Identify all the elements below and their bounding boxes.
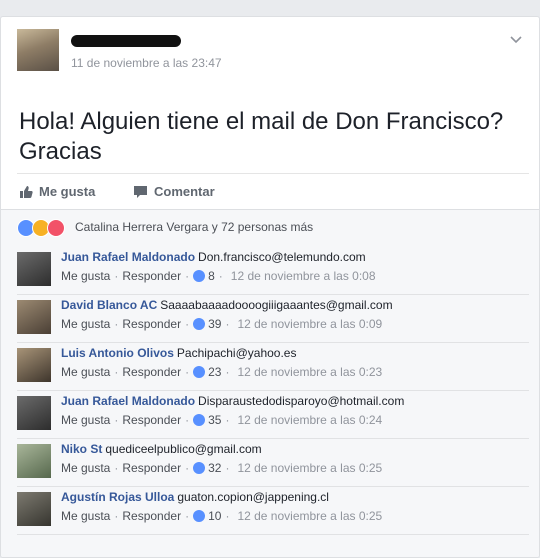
comment-icon [134,185,147,198]
comment-button[interactable]: Comentar [133,184,215,199]
commenter-avatar[interactable] [17,300,51,334]
commenter-name[interactable]: Niko St [61,442,102,456]
comment-text: Pachipachi@yahoo.es [176,346,297,360]
comment-timestamp[interactable]: 12 de noviembre a las 0:23 [237,365,382,379]
like-badge-icon [193,414,206,426]
reaction-icons[interactable] [17,219,65,237]
comment-likes-badge[interactable]: 10 [193,509,221,523]
chevron-down-icon[interactable] [509,33,523,47]
comment-label: Comentar [154,184,215,199]
divider [17,438,529,439]
comment-like-button[interactable]: Me gusta [61,509,110,523]
comment: David Blanco AC Saaaabaaaadoooogiiigaaant… [17,298,527,342]
comment-reply-button[interactable]: Responder [122,509,181,523]
post-card: 11 de noviembre a las 23:47 Hola! Alguie… [0,16,540,558]
comment-timestamp[interactable]: 12 de noviembre a las 0:08 [231,269,376,283]
like-badge-icon [193,270,206,282]
comment-timestamp[interactable]: 12 de noviembre a las 0:24 [237,413,382,427]
comment-like-count: 32 [208,461,222,475]
commenter-avatar[interactable] [17,252,51,286]
author-avatar[interactable] [17,29,59,71]
commenter-name[interactable]: Juan Rafael Maldonado [61,250,195,264]
comment-like-button[interactable]: Me gusta [61,461,110,475]
comments-list: Juan Rafael Maldonado Don.francisco@telem… [1,240,539,557]
divider [17,534,529,535]
comment-like-count: 35 [208,413,222,427]
commenter-name[interactable]: Juan Rafael Maldonado [61,394,195,408]
comment-like-count: 10 [208,509,222,523]
comment: Juan Rafael Maldonado Don.francisco@telem… [17,250,527,294]
comment-like-button[interactable]: Me gusta [61,269,110,283]
comment-likes-badge[interactable]: 39 [193,317,221,331]
comment-like-count: 8 [208,269,215,283]
comment-reply-button[interactable]: Responder [122,317,181,331]
comment-text: Saaaabaaaadoooogiiigaaantes@gmail.com [160,298,393,312]
commenter-avatar[interactable] [17,492,51,526]
like-badge-icon [193,510,206,522]
comment-like-count: 39 [208,317,222,331]
thumbs-up-icon [20,185,33,198]
comment-reply-button[interactable]: Responder [122,413,181,427]
comment-text: Disparaustedodisparoyo@hotmail.com [198,394,405,408]
comment: Agustín Rojas Ulloa guaton.copion@jappeni… [17,490,527,534]
post-timestamp[interactable]: 11 de noviembre a las 23:47 [71,56,222,70]
reactions-bar: Catalina Herrera Vergara y 72 personas m… [1,209,539,240]
post-actions: Me gusta Comentar [17,173,529,208]
commenter-avatar[interactable] [17,348,51,382]
post-header: 11 de noviembre a las 23:47 [17,29,523,75]
comment: Juan Rafael Maldonado Disparaustedodispar… [17,394,527,438]
commenter-name[interactable]: Agustín Rojas Ulloa [61,490,174,504]
comment-timestamp[interactable]: 12 de noviembre a las 0:25 [237,509,382,523]
comment-text: Don.francisco@telemundo.com [198,250,366,264]
like-badge-icon [193,366,206,378]
comment-likes-badge[interactable]: 35 [193,413,221,427]
like-badge-icon [193,318,206,330]
comment-likes-badge[interactable]: 8 [193,269,215,283]
comment-timestamp[interactable]: 12 de noviembre a las 0:25 [237,461,382,475]
comment-reply-button[interactable]: Responder [122,365,181,379]
comment-like-button[interactable]: Me gusta [61,365,110,379]
comment-likes-badge[interactable]: 23 [193,365,221,379]
comment: Niko St quediceelpublico@gmail.com Me gus… [17,442,527,486]
comment-reply-button[interactable]: Responder [122,461,181,475]
like-badge-icon [193,462,206,474]
comment-reply-button[interactable]: Responder [122,269,181,283]
comment-likes-badge[interactable]: 32 [193,461,221,475]
comment-like-button[interactable]: Me gusta [61,413,110,427]
comment: Luis Antonio Olivos Pachipachi@yahoo.es M… [17,346,527,390]
divider [17,342,529,343]
reaction-summary[interactable]: Catalina Herrera Vergara y 72 personas m… [75,220,313,234]
author-name-redacted[interactable] [71,35,181,47]
love-reaction-icon [47,219,65,237]
comment-like-button[interactable]: Me gusta [61,317,110,331]
like-button[interactable]: Me gusta [19,184,95,199]
comment-timestamp[interactable]: 12 de noviembre a las 0:09 [237,317,382,331]
divider [17,486,529,487]
commenter-avatar[interactable] [17,396,51,430]
divider [17,390,529,391]
post-text: Hola! Alguien tiene el mail de Don Franc… [19,108,504,165]
divider [17,294,529,295]
comment-text: quediceelpublico@gmail.com [105,442,262,456]
comment-like-count: 23 [208,365,222,379]
commenter-avatar[interactable] [17,444,51,478]
commenter-name[interactable]: Luis Antonio Olivos [61,346,174,360]
comment-text: guaton.copion@jappening.cl [177,490,329,504]
commenter-name[interactable]: David Blanco AC [61,298,157,312]
like-label: Me gusta [39,184,96,199]
